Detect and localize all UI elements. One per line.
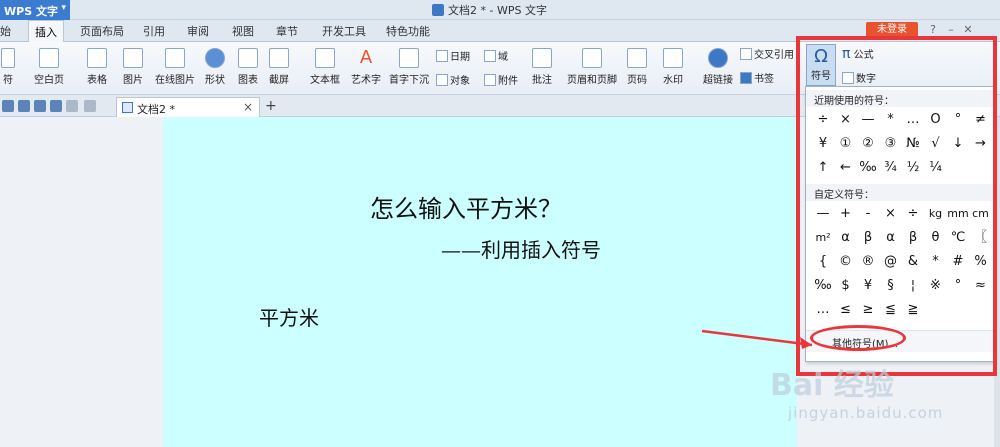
- header-footer-button[interactable]: 页眉和页脚: [566, 48, 618, 86]
- tab-references[interactable]: 引用: [143, 23, 165, 39]
- shape-button[interactable]: 形状: [198, 48, 232, 86]
- page-number-button[interactable]: 页码: [622, 48, 652, 86]
- tab-chapter[interactable]: 章节: [276, 23, 298, 39]
- table-icon: [87, 48, 107, 68]
- tab-developer[interactable]: 开发工具: [322, 23, 366, 39]
- blank-page-icon: [39, 48, 59, 68]
- baidu-watermark: Bai 经验: [770, 368, 894, 403]
- chevron-down-icon: ▾: [61, 3, 66, 13]
- date-button[interactable]: 日期: [436, 48, 470, 63]
- field-icon: [484, 50, 496, 62]
- picture-icon: [123, 48, 143, 68]
- window-title: 文档2 * - WPS 文字: [432, 2, 547, 18]
- new-tab-button[interactable]: +: [265, 98, 277, 114]
- document-subtitle: ——利用插入符号: [441, 238, 601, 262]
- screenshot-button[interactable]: 截屏: [262, 48, 296, 86]
- comment-button[interactable]: 批注: [528, 48, 556, 86]
- cross-ref-button[interactable]: 交叉引用: [740, 46, 794, 61]
- document-icon: [122, 102, 133, 113]
- cross-ref-icon: [740, 48, 752, 60]
- hyperlink-button[interactable]: 超链接: [700, 48, 736, 86]
- object-button[interactable]: 对象: [436, 72, 470, 87]
- page-break-button[interactable]: 符: [0, 48, 16, 86]
- date-icon: [436, 50, 448, 62]
- online-picture-icon: [165, 48, 185, 68]
- attachment-icon: [484, 74, 496, 86]
- close-icon[interactable]: ×: [243, 100, 253, 114]
- settings-icon[interactable]: ✕: [962, 24, 974, 36]
- textbox-button[interactable]: 文本框: [304, 48, 346, 86]
- app-name: WPS 文字: [4, 5, 58, 18]
- print-icon[interactable]: [34, 100, 46, 112]
- dropcap-icon: [399, 48, 419, 68]
- open-icon[interactable]: [2, 100, 14, 112]
- watermark-icon: [663, 48, 683, 68]
- dropcap-button[interactable]: 首字下沉: [386, 48, 432, 86]
- table-button[interactable]: 表格: [80, 48, 114, 86]
- tab-view[interactable]: 视图: [232, 23, 254, 39]
- textbox-icon: [315, 48, 335, 68]
- tab-page-layout[interactable]: 页面布局: [80, 23, 124, 39]
- document-icon: [432, 4, 444, 16]
- app-menu-button[interactable]: WPS 文字 ▾: [0, 0, 70, 20]
- watermark-button[interactable]: 水印: [656, 48, 690, 86]
- shape-icon: [205, 48, 225, 68]
- tab-review[interactable]: 审阅: [187, 23, 209, 39]
- field-button[interactable]: 域: [484, 48, 508, 63]
- screenshot-icon: [269, 48, 289, 68]
- document-page[interactable]: 怎么输入平方米？ ——利用插入符号 平方米: [163, 117, 797, 447]
- document-text: 平方米: [259, 306, 319, 330]
- bookmark-icon: [740, 72, 752, 84]
- wordart-button[interactable]: A 艺术字: [348, 47, 384, 87]
- page-break-icon: [1, 48, 15, 68]
- chart-icon: [238, 48, 258, 68]
- page-number-icon: [627, 48, 647, 68]
- hyperlink-icon: [708, 48, 728, 68]
- preview-icon[interactable]: [50, 100, 62, 112]
- picture-button[interactable]: 图片: [116, 48, 150, 86]
- header-footer-icon: [582, 48, 602, 68]
- document-tab[interactable]: 文档2 * ×: [116, 97, 260, 117]
- chart-button[interactable]: 图表: [234, 48, 262, 86]
- highlight-box: [796, 36, 997, 376]
- watermark-url: jingyan.baidu.com: [788, 404, 944, 422]
- comment-icon: [532, 48, 552, 68]
- undo-icon[interactable]: [66, 100, 78, 112]
- help-icon[interactable]: ?: [927, 24, 939, 36]
- tab-features[interactable]: 特色功能: [386, 23, 430, 39]
- online-picture-button[interactable]: 在线图片: [152, 48, 198, 86]
- object-icon: [436, 74, 448, 86]
- wordart-icon: A: [359, 47, 373, 68]
- tab-insert[interactable]: 插入: [28, 20, 64, 43]
- save-icon[interactable]: [18, 100, 30, 112]
- blank-page-button[interactable]: 空白页: [26, 48, 72, 86]
- pointer-arrow: [701, 329, 813, 349]
- title-bar: WPS 文字 ▾ 文档2 * - WPS 文字: [0, 0, 1000, 20]
- attachment-button[interactable]: 附件: [484, 72, 518, 87]
- redo-icon[interactable]: [84, 100, 96, 112]
- minimize-icon[interactable]: –: [945, 24, 957, 36]
- tab-start[interactable]: 始: [0, 23, 11, 39]
- document-title: 怎么输入平方米？: [370, 195, 562, 223]
- bookmark-button[interactable]: 书签: [740, 70, 774, 85]
- highlight-ellipse: [810, 325, 906, 351]
